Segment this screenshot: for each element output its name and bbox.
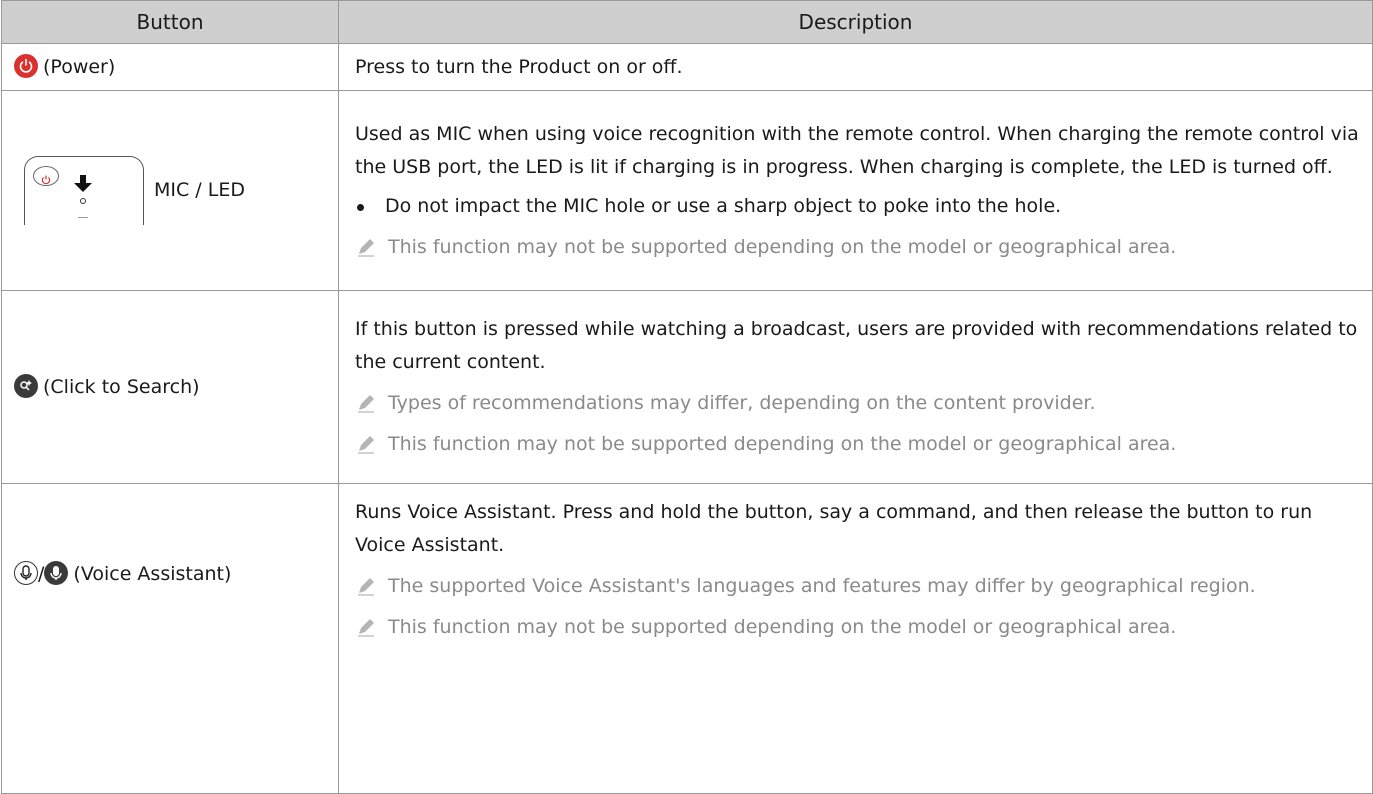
description-text: If this button is pressed while watching… xyxy=(355,318,1358,373)
description-cell: Press to turn the Product on or off. xyxy=(338,43,1373,91)
description-cell: If this button is pressed while watching… xyxy=(338,290,1373,484)
table-header-row: Button Description xyxy=(1,0,1373,44)
pencil-note-icon xyxy=(355,575,377,608)
bullet-dot xyxy=(357,203,364,211)
microphone-icon xyxy=(14,561,38,585)
table-row-voice-assistant: / (Voice Assistant) Runs Voice Assistant… xyxy=(1,483,1373,794)
led-line xyxy=(78,217,88,218)
button-cell: (Power) xyxy=(1,43,339,91)
button-label: (Voice Assistant) xyxy=(73,563,232,585)
pencil-note-icon xyxy=(355,433,377,466)
header-description: Description xyxy=(338,0,1373,44)
pencil-note-icon xyxy=(355,236,377,269)
button-cell: (Click to Search) xyxy=(1,290,339,484)
note-item: This function may not be supported depen… xyxy=(355,428,1362,461)
description-text: Press to turn the Product on or off. xyxy=(355,55,683,78)
description-cell: Used as MIC when using voice recognition… xyxy=(338,90,1373,291)
mic-hole-dot xyxy=(80,198,86,204)
power-icon xyxy=(14,53,38,78)
button-label: (Click to Search) xyxy=(43,375,200,398)
remote-mic-led-illustration xyxy=(24,156,144,225)
pencil-note-icon xyxy=(355,616,377,649)
table-row-power: (Power) Press to turn the Product on or … xyxy=(1,43,1373,91)
description-text: Used as MIC when using voice recognition… xyxy=(355,122,1359,178)
remote-power-button-shape xyxy=(33,166,59,186)
description-text: Runs Voice Assistant. Press and hold the… xyxy=(355,501,1313,556)
table-row-mic-led: MIC / LED Used as MIC when using voice r… xyxy=(1,90,1373,291)
click-to-search-icon xyxy=(14,373,38,398)
table-row-click-to-search: (Click to Search) If this button is pres… xyxy=(1,290,1373,484)
button-label: (Power) xyxy=(43,55,116,78)
note-item: This function may not be supported depen… xyxy=(355,611,1362,644)
note-item: The supported Voice Assistant's language… xyxy=(355,570,1362,603)
button-cell: MIC / LED xyxy=(1,90,339,291)
button-cell: / (Voice Assistant) xyxy=(1,483,339,794)
note-item: This function may not be supported depen… xyxy=(355,231,1362,264)
header-button: Button xyxy=(1,0,339,44)
microphone-icon xyxy=(44,561,69,585)
button-description-table: Button Description (Power) Press to turn… xyxy=(1,0,1373,794)
note-item: Types of recommendations may differ, dep… xyxy=(355,387,1362,420)
bullet-item: Do not impact the MIC hole or use a shar… xyxy=(355,190,1362,223)
description-cell: Runs Voice Assistant. Press and hold the… xyxy=(338,483,1373,794)
button-label: MIC / LED xyxy=(154,179,245,201)
pencil-note-icon xyxy=(355,392,377,425)
